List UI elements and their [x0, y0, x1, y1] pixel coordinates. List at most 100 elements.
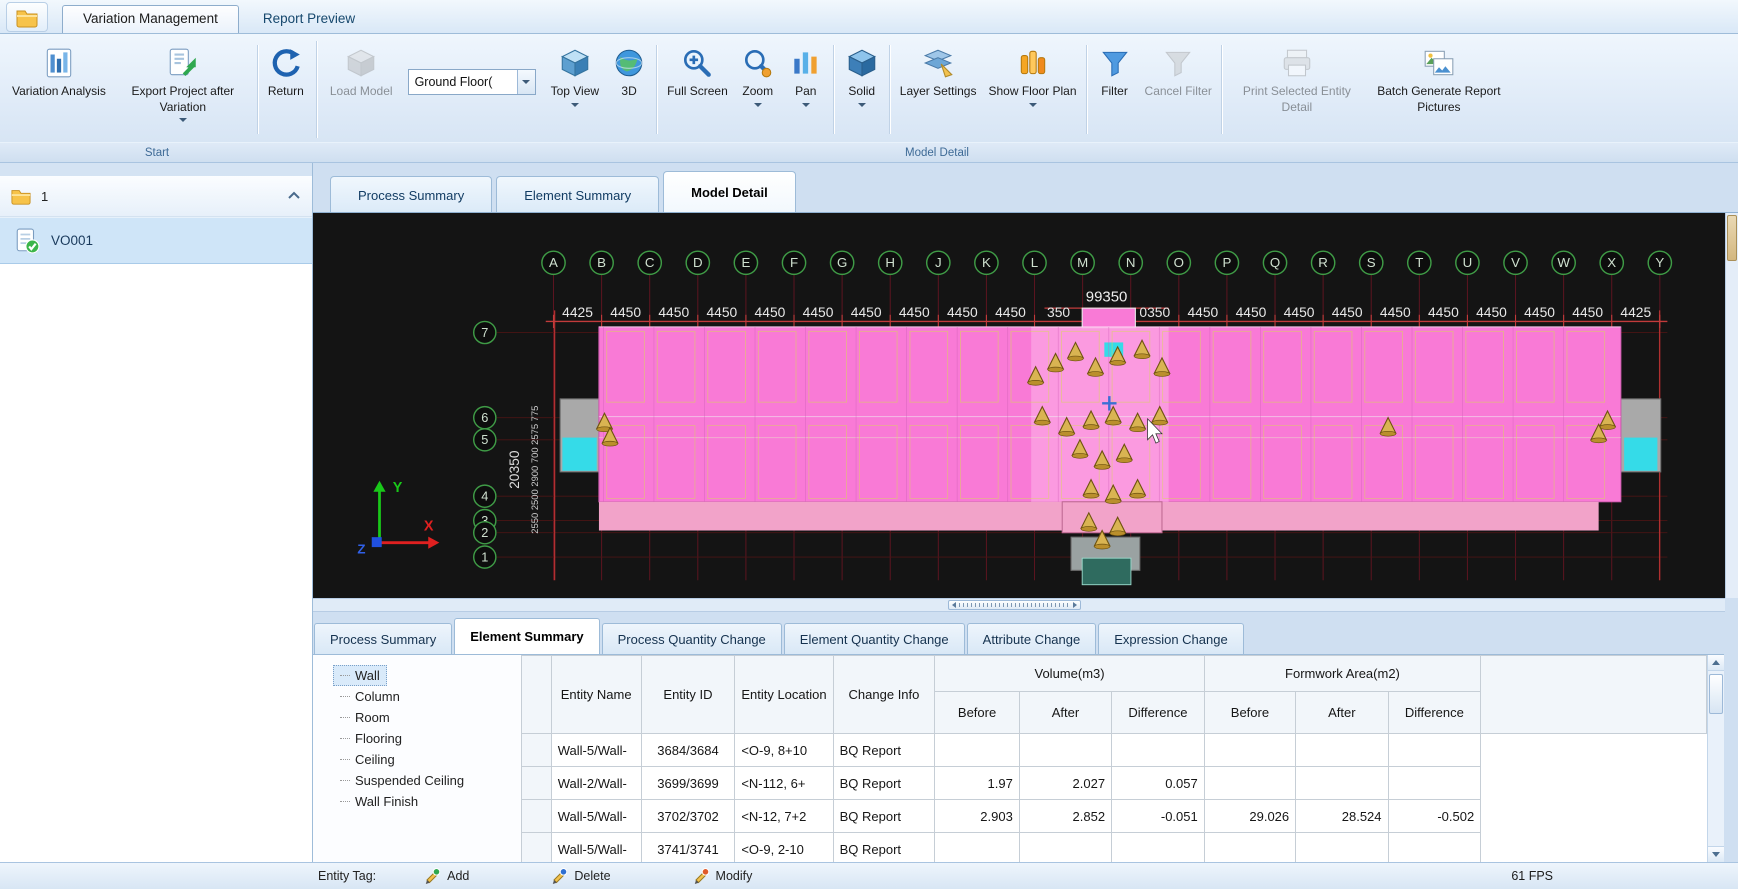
pan-button[interactable]: Pan	[782, 39, 830, 140]
col-header-difference-volume[interactable]: Difference	[1112, 692, 1205, 734]
tree-item-wall-finish[interactable]: Wall Finish	[333, 791, 425, 812]
col-group-volume[interactable]: Volume(m3)	[935, 656, 1204, 692]
scroll-down-button[interactable]	[1708, 846, 1724, 862]
cell-entity-name[interactable]: Wall-5/Wall-	[551, 833, 641, 863]
cell-entity-id[interactable]: 3684/3684	[641, 734, 735, 767]
entity-tag-modify[interactable]: Modify	[693, 868, 753, 884]
table-vertical-scrollbar[interactable]	[1707, 655, 1724, 862]
floor-selector-combo[interactable]: Ground Floor(	[408, 69, 536, 95]
entity-tag-add[interactable]: Add	[424, 868, 469, 884]
col-header-difference-formwork[interactable]: Difference	[1388, 692, 1481, 734]
tree-item-suspended-ceiling[interactable]: Suspended Ceiling	[333, 770, 471, 791]
bottom-tab-element-quantity-change[interactable]: Element Quantity Change	[784, 623, 965, 654]
window-tab-report-preview[interactable]: Report Preview	[242, 5, 376, 33]
cell-fw-after[interactable]	[1296, 767, 1388, 800]
table-row[interactable]: Wall-5/Wall-3702/3702<N-12, 7+2BQ Report…	[522, 800, 1707, 833]
cell-change-info[interactable]: BQ Report	[833, 833, 935, 863]
entity-tag-delete[interactable]: Delete	[551, 868, 610, 884]
cell-entity-location[interactable]: <O-9, 2-10	[735, 833, 833, 863]
cell-vol-diff[interactable]: -0.051	[1112, 800, 1205, 833]
cell-entity-id[interactable]: 3699/3699	[641, 767, 735, 800]
filter-button[interactable]: Filter	[1091, 39, 1139, 140]
model-vertical-scrollbar[interactable]	[1725, 213, 1738, 598]
cell-fw-before[interactable]	[1204, 734, 1295, 767]
bottom-tab-element-summary[interactable]: Element Summary	[454, 618, 599, 654]
3d-button[interactable]: 3D	[605, 39, 653, 140]
top-view-button[interactable]: Top View	[545, 39, 605, 140]
row-selector[interactable]	[522, 800, 552, 833]
show-floor-plan-button[interactable]: Show Floor Plan	[982, 39, 1082, 140]
cell-fw-after[interactable]	[1296, 734, 1388, 767]
cell-vol-before[interactable]	[935, 833, 1019, 863]
col-header-before-volume[interactable]: Before	[935, 692, 1019, 734]
model-vscroll-thumb[interactable]	[1727, 215, 1737, 261]
cell-entity-location[interactable]: <N-112, 6+	[735, 767, 833, 800]
cell-fw-before[interactable]	[1204, 767, 1295, 800]
col-group-formwork-area[interactable]: Formwork Area(m2)	[1204, 656, 1480, 692]
col-header-before-formwork[interactable]: Before	[1204, 692, 1295, 734]
cell-fw-diff[interactable]	[1388, 767, 1481, 800]
full-screen-button[interactable]: Full Screen	[661, 39, 734, 140]
tree-item-wall[interactable]: Wall	[333, 665, 387, 686]
layer-settings-button[interactable]: Layer Settings	[894, 39, 983, 140]
variation-item-vo001[interactable]: VO001	[0, 217, 312, 264]
export-project-after-variation-button[interactable]: Export Project after Variation	[112, 39, 254, 140]
model-canvas[interactable]: ABCDEFGHJKLMNOPQRSTUVWXY4425445044504450…	[313, 213, 1725, 598]
cell-entity-id[interactable]: 3741/3741	[641, 833, 735, 863]
cell-vol-after[interactable]: 2.027	[1019, 767, 1111, 800]
main-tab-model-detail[interactable]: Model Detail	[663, 171, 796, 213]
cell-vol-diff[interactable]: 0.057	[1112, 767, 1205, 800]
col-header-after-volume[interactable]: After	[1019, 692, 1111, 734]
cell-fw-before[interactable]	[1204, 833, 1295, 863]
table-row[interactable]: Wall-5/Wall-3741/3741<O-9, 2-10BQ Report	[522, 833, 1707, 863]
row-selector[interactable]	[522, 767, 552, 800]
main-tab-process-summary[interactable]: Process Summary	[330, 176, 492, 213]
tree-item-ceiling[interactable]: Ceiling	[333, 749, 402, 770]
cell-vol-after[interactable]	[1019, 833, 1111, 863]
cell-change-info[interactable]: BQ Report	[833, 800, 935, 833]
bottom-tab-process-summary[interactable]: Process Summary	[314, 623, 452, 654]
col-header-change-info[interactable]: Change Info	[833, 656, 935, 734]
solid-button[interactable]: Solid	[838, 39, 886, 140]
cell-fw-before[interactable]: 29.026	[1204, 800, 1295, 833]
cell-fw-diff[interactable]	[1388, 833, 1481, 863]
tree-item-flooring[interactable]: Flooring	[333, 728, 409, 749]
cell-entity-location[interactable]: <O-9, 8+10	[735, 734, 833, 767]
bottom-tab-expression-change[interactable]: Expression Change	[1098, 623, 1243, 654]
model-horizontal-scrollbar[interactable]	[313, 598, 1725, 612]
cell-fw-after[interactable]: 28.524	[1296, 800, 1388, 833]
cell-entity-name[interactable]: Wall-5/Wall-	[551, 800, 641, 833]
tree-item-column[interactable]: Column	[333, 686, 407, 707]
cell-vol-after[interactable]: 2.852	[1019, 800, 1111, 833]
col-header-after-formwork[interactable]: After	[1296, 692, 1388, 734]
window-tab-variation-management[interactable]: Variation Management	[62, 5, 239, 33]
table-vscroll-thumb[interactable]	[1709, 674, 1723, 714]
cell-fw-after[interactable]	[1296, 833, 1388, 863]
cell-change-info[interactable]: BQ Report	[833, 767, 935, 800]
zoom-button[interactable]: Zoom	[734, 39, 782, 140]
cell-vol-diff[interactable]	[1112, 734, 1205, 767]
cell-vol-before[interactable]	[935, 734, 1019, 767]
row-selector-header[interactable]	[522, 656, 552, 734]
table-row[interactable]: Wall-2/Wall-3699/3699<N-112, 6+BQ Report…	[522, 767, 1707, 800]
cell-fw-diff[interactable]	[1388, 734, 1481, 767]
tree-item-room[interactable]: Room	[333, 707, 397, 728]
floor-selector-dropdown-button[interactable]	[517, 70, 535, 94]
col-header-entity-name[interactable]: Entity Name	[551, 656, 641, 734]
main-tab-element-summary[interactable]: Element Summary	[496, 176, 659, 213]
cell-vol-before[interactable]: 2.903	[935, 800, 1019, 833]
cell-entity-id[interactable]: 3702/3702	[641, 800, 735, 833]
col-header-entity-id[interactable]: Entity ID	[641, 656, 735, 734]
col-header-entity-location[interactable]: Entity Location	[735, 656, 833, 734]
cell-fw-diff[interactable]: -0.502	[1388, 800, 1481, 833]
batch-generate-report-pictures-button[interactable]: Batch Generate Report Pictures	[1368, 39, 1510, 140]
return-button[interactable]: Return	[262, 39, 310, 140]
bottom-tab-attribute-change[interactable]: Attribute Change	[967, 623, 1097, 654]
cell-entity-name[interactable]: Wall-2/Wall-	[551, 767, 641, 800]
app-folder-button[interactable]	[6, 2, 48, 32]
model-viewport[interactable]: ABCDEFGHJKLMNOPQRSTUVWXY4425445044504450…	[313, 213, 1725, 598]
bottom-tab-process-quantity-change[interactable]: Process Quantity Change	[602, 623, 782, 654]
header-filler[interactable]	[1481, 656, 1707, 734]
model-hscroll-thumb[interactable]	[948, 600, 1081, 610]
variation-analysis-button[interactable]: Variation Analysis	[6, 39, 112, 140]
